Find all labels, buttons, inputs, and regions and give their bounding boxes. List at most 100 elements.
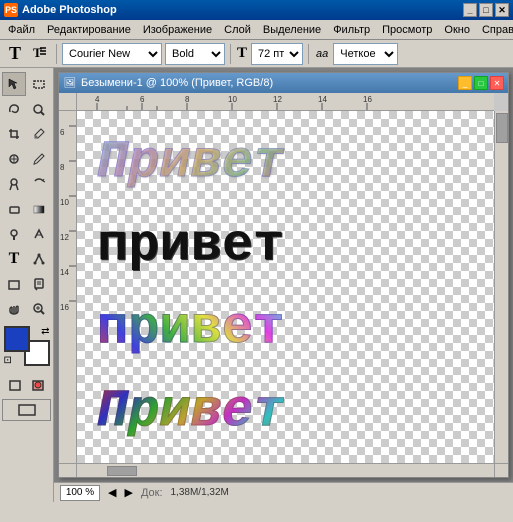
screen-mode-button[interactable] (2, 399, 51, 421)
doc-maximize-button[interactable]: □ (474, 76, 488, 90)
eraser-tool[interactable] (2, 197, 26, 221)
healing-tool[interactable] (2, 147, 26, 171)
bottom-left-corner (59, 463, 77, 477)
toolbar-separator-2 (230, 44, 231, 64)
menu-bar: Файл Редактирование Изображение Слой Выд… (0, 20, 513, 40)
vscroll-thumb[interactable] (496, 113, 508, 143)
bottom-ruler-row (59, 463, 508, 477)
hscroll-thumb[interactable] (107, 466, 137, 476)
canvas-area: Привет привет привет Привет (77, 111, 494, 463)
toolbar-separator-1 (56, 44, 57, 64)
svg-text:4: 4 (95, 95, 100, 104)
text-layer-privet-1[interactable]: Привет (97, 133, 284, 192)
lasso-tool[interactable] (2, 97, 26, 121)
tool-row-5 (2, 172, 51, 196)
svg-text:10: 10 (60, 198, 69, 207)
zoom-level[interactable]: 100 % (60, 485, 100, 501)
reset-colors-icon[interactable]: ⊡ (4, 355, 12, 366)
menu-window[interactable]: Окно (438, 22, 476, 38)
eyedropper-tool[interactable] (27, 122, 51, 146)
text-layer-privet-2[interactable]: привет (97, 216, 284, 275)
app-title: Adobe Photoshop (22, 4, 463, 16)
crop-tool[interactable] (2, 122, 26, 146)
font-size-select[interactable]: 72 пт (251, 43, 303, 65)
tool-row-7 (2, 222, 51, 246)
font-style-select[interactable]: Bold (165, 43, 225, 65)
notes-tool[interactable] (27, 272, 51, 296)
clone-tool[interactable] (2, 172, 26, 196)
quick-select-tool[interactable] (27, 97, 51, 121)
document-window: 🖼 Безымени-1 @ 100% (Привет, RGB/8) _ □ … (58, 72, 509, 478)
ruler-corner (59, 93, 77, 111)
canvas-text-area: Привет привет привет Привет (77, 111, 494, 463)
font-size-icon: T (237, 45, 247, 62)
text-layer-privet-4[interactable]: Привет (97, 382, 284, 441)
mode-buttons-row (4, 373, 49, 397)
marquee-tool[interactable] (27, 72, 51, 96)
scroll-corner (494, 463, 508, 477)
svg-text:6: 6 (60, 128, 65, 137)
minimize-button[interactable]: _ (463, 3, 477, 17)
text-tool[interactable]: T (2, 247, 26, 271)
toolbox: T ⊡ ⇄ (0, 68, 54, 502)
ruler-corner-right (494, 93, 508, 111)
move-tool[interactable] (2, 72, 26, 96)
antialiasing-label: aa (316, 48, 328, 60)
status-nav-right[interactable]: ▶ (124, 486, 132, 499)
path-select-tool[interactable] (27, 247, 51, 271)
svg-text:8: 8 (60, 163, 65, 172)
font-name-select[interactable]: Courier New (62, 43, 162, 65)
swap-colors-icon[interactable]: ⇄ (41, 326, 49, 337)
svg-text:16: 16 (363, 95, 372, 104)
svg-text:14: 14 (318, 95, 327, 104)
menu-layer[interactable]: Слой (218, 22, 257, 38)
shape-tool[interactable] (2, 272, 26, 296)
status-doc-info: 1,38M/1,32M (171, 487, 229, 498)
extra-tools-area (2, 373, 51, 421)
document-icon: 🖼 (63, 76, 77, 90)
paragraph-orient-button[interactable]: T (29, 43, 51, 65)
text-tool-button[interactable]: T (4, 43, 26, 65)
brush-tool[interactable] (27, 147, 51, 171)
menu-file[interactable]: Файл (2, 22, 41, 38)
svg-text:12: 12 (273, 95, 282, 104)
close-button[interactable]: ✕ (495, 3, 509, 17)
menu-image[interactable]: Изображение (137, 22, 218, 38)
standard-mode-button[interactable] (4, 373, 26, 397)
doc-close-button[interactable]: ✕ (490, 76, 504, 90)
tool-row-9 (2, 272, 51, 296)
menu-select[interactable]: Выделение (257, 22, 327, 38)
foreground-color-swatch[interactable] (4, 326, 30, 352)
document-title-bar: 🖼 Безымени-1 @ 100% (Привет, RGB/8) _ □ … (59, 73, 508, 93)
tool-row-2 (2, 97, 51, 121)
tool-row-10 (2, 297, 51, 321)
pen-tool[interactable] (27, 222, 51, 246)
svg-text:10: 10 (228, 95, 237, 104)
menu-help[interactable]: Справк... (476, 22, 513, 38)
quick-mask-button[interactable] (27, 373, 49, 397)
vertical-scrollbar[interactable] (494, 111, 508, 463)
text-tool-icon: T (9, 43, 21, 64)
horizontal-scrollbar[interactable] (77, 463, 494, 477)
menu-view[interactable]: Просмотр (376, 22, 438, 38)
menu-edit[interactable]: Редактирование (41, 22, 137, 38)
status-separator: Док: (141, 487, 163, 499)
ruler-v-area: 6 8 10 12 14 16 (59, 111, 508, 463)
status-nav-left[interactable]: ◀ (108, 486, 116, 499)
tool-row-1 (2, 72, 51, 96)
antialiasing-select[interactable]: Четкое (333, 43, 398, 65)
doc-minimize-button[interactable]: _ (458, 76, 472, 90)
paragraph-icon: T (32, 44, 48, 63)
dodge-tool[interactable] (2, 222, 26, 246)
history-brush-tool[interactable] (27, 172, 51, 196)
status-bar: 100 % ◀ ▶ Док: 1,38M/1,32M (54, 482, 513, 502)
document-container: 🖼 Безымени-1 @ 100% (Привет, RGB/8) _ □ … (54, 68, 513, 502)
gradient-tool[interactable] (27, 197, 51, 221)
svg-text:8: 8 (185, 95, 190, 104)
maximize-button[interactable]: □ (479, 3, 493, 17)
zoom-tool[interactable] (27, 297, 51, 321)
menu-filter[interactable]: Фильтр (327, 22, 376, 38)
hand-tool[interactable] (2, 297, 26, 321)
text-layer-privet-3[interactable]: привет (97, 299, 284, 358)
horizontal-ruler: 4 6 8 10 12 14 (77, 93, 494, 111)
